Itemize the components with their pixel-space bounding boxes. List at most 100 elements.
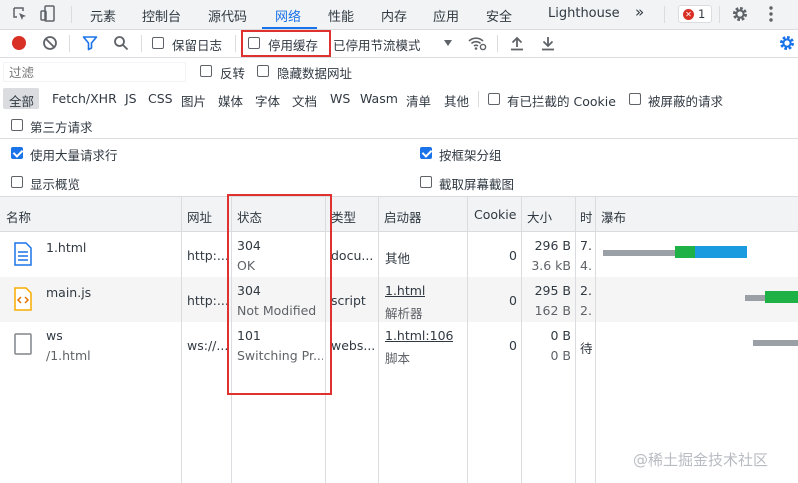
initiator-kind: 脚本 [385, 351, 411, 366]
type-filter-manifest[interactable]: 清单 [406, 91, 431, 110]
settings-gear-icon[interactable] [731, 5, 749, 26]
column-header-cookie[interactable]: Cookie [474, 207, 516, 222]
column-header-waterfall[interactable]: 瀑布 [601, 207, 626, 226]
device-toolbar-icon[interactable] [40, 5, 58, 26]
kebab-menu-icon[interactable] [769, 6, 773, 25]
type-filter-css[interactable]: CSS [148, 91, 173, 106]
tab-network[interactable]: 网络 [275, 6, 301, 25]
request-initiator: 其他 [385, 251, 411, 266]
type-filter-other[interactable]: 其他 [444, 91, 469, 110]
blocked-cookies-label: 有已拦截的 Cookie [507, 94, 616, 109]
big-request-rows-checkbox[interactable] [11, 147, 23, 159]
initiator-link[interactable]: 1.html:106 [385, 328, 453, 343]
tab-lighthouse[interactable]: Lighthouse [548, 6, 620, 21]
waterfall-green-bar [675, 246, 695, 258]
transfer-size: 0 B [550, 328, 571, 343]
request-name[interactable]: main.js [46, 285, 91, 300]
blocked-cookies-checkbox[interactable] [488, 93, 500, 105]
request-url: http:... [187, 293, 227, 308]
resource-type-filters: 全部 Fetch/XHR JS CSS 图片 媒体 字体 文档 WS Wasm … [0, 86, 798, 112]
filter-input[interactable] [3, 62, 186, 82]
third-party-checkbox[interactable] [11, 119, 23, 131]
request-cookie: 0 [509, 293, 517, 308]
tab-elements[interactable]: 元素 [90, 6, 116, 25]
network-settings-pane: 使用大量请求行 按框架分组 显示概览 截取屏幕截图 [0, 139, 798, 196]
request-time: 待 [580, 341, 593, 356]
tab-memory[interactable]: 内存 [381, 6, 407, 25]
error-icon: ✕ [683, 9, 694, 20]
column-header-initiator[interactable]: 启动器 [384, 207, 422, 226]
tab-performance[interactable]: 性能 [328, 6, 354, 25]
request-latency: 2. [580, 303, 592, 318]
column-header-type[interactable]: 类型 [331, 207, 356, 226]
tab-security[interactable]: 安全 [486, 6, 512, 25]
export-har-icon[interactable] [541, 35, 555, 54]
inspect-element-icon[interactable] [12, 6, 28, 25]
waterfall-wait-bar [745, 295, 765, 301]
blocked-requests-label: 被屏蔽的请求 [648, 94, 724, 109]
request-type: script [331, 293, 366, 308]
request-time: 7. [580, 238, 592, 253]
type-filter-js[interactable]: JS [125, 91, 137, 106]
waterfall-blue-bar [695, 246, 747, 258]
hide-data-urls-checkbox[interactable] [257, 65, 269, 77]
column-header-time[interactable]: 时 [580, 207, 593, 226]
column-header-size[interactable]: 大小 [527, 207, 552, 226]
request-table-header: 名称 网址 状态 类型 启动器 Cookie 大小 时 瀑布 [0, 197, 798, 231]
capture-screenshots-checkbox[interactable] [420, 176, 432, 188]
throttling-select[interactable]: 已停用节流模式 [333, 35, 421, 54]
waterfall-green-bar [765, 291, 798, 303]
network-conditions-icon[interactable] [467, 35, 487, 54]
type-filter-fetch-xhr[interactable]: Fetch/XHR [52, 91, 117, 106]
watermark: @稀土掘金技术社区 [633, 451, 769, 469]
preserve-log-checkbox[interactable] [152, 37, 164, 49]
request-time: 2. [580, 283, 592, 298]
network-toolbar: 保留日志 停用缓存 已停用节流模式 [0, 30, 798, 57]
blocked-requests-checkbox[interactable] [629, 93, 641, 105]
initiator-link[interactable]: 1.html [385, 283, 425, 298]
resource-size: 162 B [534, 303, 571, 318]
tab-sources[interactable]: 源代码 [208, 6, 247, 25]
network-settings-gear-icon[interactable] [778, 34, 796, 55]
resource-size: 3.6 kB [531, 258, 571, 273]
third-party-label: 第三方请求 [30, 120, 93, 135]
error-counter[interactable]: ✕ 1 [678, 5, 712, 23]
invert-label: 反转 [220, 66, 246, 81]
record-icon[interactable] [12, 36, 26, 50]
group-by-frame-checkbox[interactable] [420, 147, 432, 159]
request-path: /1.html [46, 348, 91, 363]
highlight-status-column [227, 194, 332, 395]
import-har-icon[interactable] [510, 35, 524, 54]
type-filter-wasm[interactable]: Wasm [360, 91, 398, 106]
type-filter-ws[interactable]: WS [330, 91, 350, 106]
tab-application[interactable]: 应用 [433, 6, 459, 25]
type-filter-doc[interactable]: 文档 [292, 91, 317, 110]
filter-funnel-icon[interactable] [82, 35, 98, 54]
type-filter-font[interactable]: 字体 [255, 91, 280, 110]
initiator-kind: 解析器 [385, 306, 423, 321]
clear-icon[interactable] [42, 35, 58, 54]
highlight-disable-cache [241, 30, 331, 57]
show-overview-label: 显示概览 [30, 177, 81, 192]
resource-size: 0 B [550, 348, 571, 363]
devtools-tab-bar: 元素 控制台 源代码 网络 性能 内存 应用 安全 Lighthouse » ✕… [0, 0, 798, 29]
type-filter-img[interactable]: 图片 [181, 91, 206, 110]
invert-checkbox[interactable] [200, 65, 212, 77]
search-icon[interactable] [113, 35, 129, 54]
column-header-url[interactable]: 网址 [187, 207, 212, 226]
dropdown-caret-icon[interactable] [444, 40, 452, 46]
type-filter-media[interactable]: 媒体 [218, 91, 243, 110]
request-cookie: 0 [509, 338, 517, 353]
request-name[interactable]: ws [46, 328, 63, 343]
transfer-size: 295 B [534, 283, 571, 298]
show-overview-checkbox[interactable] [11, 176, 23, 188]
column-header-name[interactable]: 名称 [6, 207, 31, 226]
transfer-size: 296 B [534, 238, 571, 253]
request-name[interactable]: 1.html [46, 240, 86, 255]
generic-file-icon [13, 332, 33, 359]
more-tabs-icon[interactable]: » [635, 3, 644, 21]
group-by-frame-label: 按框架分组 [439, 148, 502, 163]
request-type: docu... [331, 248, 374, 263]
waterfall-wait-bar [753, 340, 798, 346]
tab-console[interactable]: 控制台 [142, 6, 181, 25]
